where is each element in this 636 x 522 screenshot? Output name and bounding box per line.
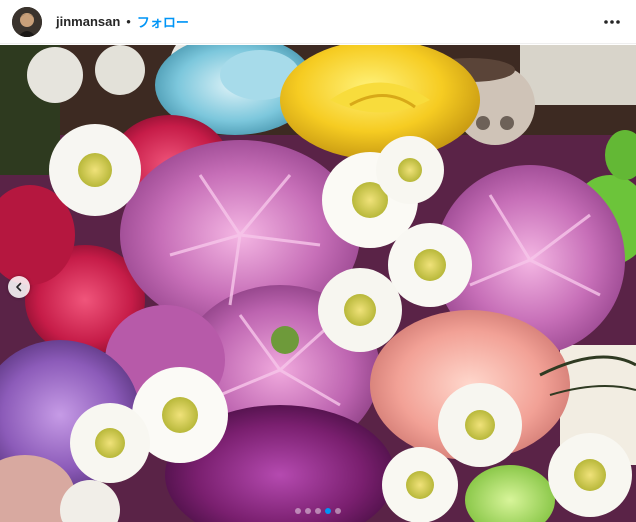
follow-button[interactable]: フォロー [137, 12, 189, 31]
instagram-post: jinmansan • フォロー [0, 0, 636, 522]
carousel-dot [335, 508, 341, 514]
carousel-dot [305, 508, 311, 514]
chevron-left-icon [16, 282, 22, 292]
post-header: jinmansan • フォロー [0, 0, 636, 44]
more-horizontal-icon [604, 19, 620, 24]
carousel-indicator [0, 508, 636, 514]
username[interactable]: jinmansan [56, 14, 120, 29]
carousel-dot [295, 508, 301, 514]
carousel-dot [315, 508, 321, 514]
carousel-dot-active [325, 508, 331, 514]
avatar[interactable] [12, 6, 42, 37]
more-options-button[interactable] [600, 10, 624, 34]
separator-dot: • [126, 14, 131, 29]
post-image[interactable] [0, 45, 636, 522]
previous-slide-button[interactable] [8, 276, 30, 298]
